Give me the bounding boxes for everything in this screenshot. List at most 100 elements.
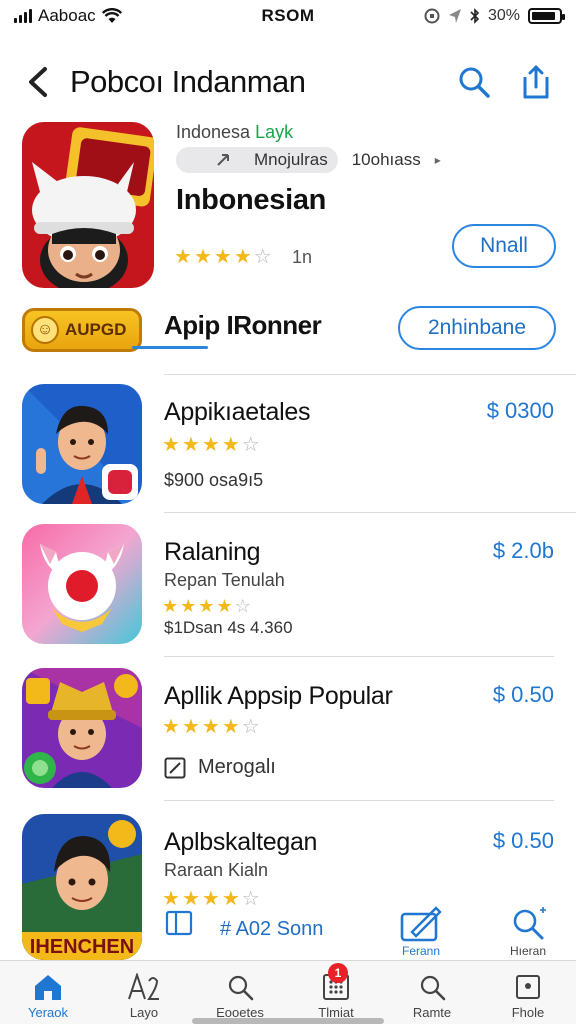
- app-meta-row[interactable]: Merogalı: [164, 756, 276, 779]
- app-icon: IHENCHEN: [22, 814, 142, 960]
- carrier-label: Aaboac: [38, 6, 96, 25]
- bluetooth-icon: [470, 8, 480, 24]
- list-item[interactable]: Apllik Appsip Popular $ 0.50 ★ ★ ★ ★ ☆ Merog…: [22, 668, 556, 796]
- tab-apps[interactable]: Layo: [96, 961, 192, 1024]
- promo-badge-label: AUPGD: [65, 320, 127, 339]
- status-time: RSOM: [261, 6, 315, 25]
- app-developer: Repan Tenulah: [164, 570, 285, 590]
- app-name: Ralaning: [164, 538, 261, 566]
- developer-prefix: Indonesa: [176, 122, 251, 142]
- install-button[interactable]: Nnall: [452, 224, 556, 268]
- search-more-button[interactable]: Hıeran: [510, 906, 546, 958]
- app-name: Apllik Appsip Popular: [164, 682, 393, 710]
- star-filled-icon: ★: [201, 716, 220, 738]
- star-filled-icon: ★: [201, 434, 220, 456]
- search-icon: [459, 67, 490, 98]
- tab-home[interactable]: Yeraok: [0, 961, 96, 1024]
- app-developer: Raraan Kialn: [164, 860, 269, 880]
- star-empty-icon: ☆: [234, 596, 251, 616]
- price-button[interactable]: $ 2.0b: [493, 538, 554, 564]
- divider: [164, 656, 554, 657]
- featured-rating-count: 1n: [292, 247, 313, 267]
- tab-label: Fhole: [511, 1005, 545, 1020]
- signal-icon: [14, 9, 32, 23]
- status-left: Aaboac: [14, 6, 214, 26]
- details-button[interactable]: [164, 908, 194, 938]
- tab-label: Yeraok: [28, 1005, 68, 1020]
- app-meta: $900 osa9ı5: [164, 470, 264, 490]
- star-filled-icon: ★: [233, 246, 252, 268]
- item-actions: # A02 Sonn Ferann Hıeran: [164, 904, 556, 960]
- star-filled-icon: ★: [162, 434, 180, 456]
- price-button[interactable]: $ 0.50: [493, 682, 554, 708]
- arrow-icon: [217, 154, 229, 166]
- star-empty-icon: ☆: [241, 434, 260, 456]
- divider: [164, 512, 576, 513]
- tab-bar: Yeraok Layo Eooetes 1 Tlmiat Ramte Fhole: [0, 960, 576, 1024]
- app-icon: [22, 384, 142, 504]
- search-more-label: Hıeran: [510, 944, 547, 958]
- search-button[interactable]: [452, 60, 496, 104]
- location-icon: [448, 9, 461, 23]
- featured-tag-row: Mnojulras 10ohıass ▸: [176, 147, 441, 173]
- category-extra: 10ohıass: [351, 150, 421, 169]
- price-button[interactable]: $ 0.50: [493, 828, 554, 854]
- rating-stars: ★ ★ ★ ★ ☆: [162, 432, 260, 457]
- rating-stars: ★ ★ ★ ★ ☆: [162, 714, 260, 739]
- book-icon: [165, 910, 193, 936]
- tab-grid[interactable]: 1 Tlmiat: [288, 961, 384, 1024]
- price-button[interactable]: $ 0300: [487, 398, 554, 424]
- category-tag[interactable]: Mnojulras: [176, 147, 338, 173]
- list-item[interactable]: Appikıaetales $ 0300 ★ ★ ★ ★ ☆ $900 osa9ı5: [22, 384, 556, 512]
- featured-app[interactable]: Indonesa Layk Mnojulras 10ohıass ▸ Inbon…: [22, 120, 556, 290]
- star-filled-icon: ★: [162, 596, 179, 616]
- featured-rating-stars: ★ ★ ★ ★ ☆: [174, 244, 272, 269]
- edit-button[interactable]: Ferann: [398, 904, 444, 958]
- share-button[interactable]: [514, 60, 558, 104]
- featured-developer: Indonesa Layk: [176, 122, 293, 143]
- promo-button[interactable]: 2nhinbane: [398, 306, 556, 350]
- status-bar: Aaboac RSOM 30%: [0, 0, 576, 32]
- search-icon: [228, 975, 254, 1001]
- featured-app-icon: [22, 122, 154, 288]
- apps-icon: [128, 973, 159, 1000]
- star-filled-icon: ★: [198, 596, 215, 616]
- star-empty-icon: ☆: [253, 246, 272, 268]
- tab-profile[interactable]: Fhole: [480, 961, 576, 1024]
- tab-discover[interactable]: Ramte: [384, 961, 480, 1024]
- app-name: Aplbskaltegan: [164, 828, 318, 856]
- home-icon: [35, 975, 61, 1000]
- rating-stars: ★ ★ ★ ★ ☆: [162, 596, 251, 617]
- svg-text:IHENCHEN: IHENCHEN: [30, 936, 134, 958]
- app-icon: [22, 524, 142, 644]
- promo-title: Apip IRonner: [164, 310, 322, 340]
- star-filled-icon: ★: [216, 596, 233, 616]
- star-filled-icon: ★: [162, 716, 180, 738]
- pencil-box-icon: [400, 906, 442, 942]
- list-item[interactable]: Ralaning $ 2.0b Repan Tenulah ★ ★ ★ ★ ☆ $1Ds…: [22, 524, 556, 652]
- star-filled-icon: ★: [174, 246, 192, 268]
- promo-badge[interactable]: ☺ AUPGD: [22, 308, 142, 352]
- back-button[interactable]: [18, 62, 58, 102]
- featured-app-name: Inbonesian: [176, 184, 327, 216]
- share-icon: [523, 65, 549, 99]
- battery-icon: [528, 8, 565, 24]
- add-button[interactable]: # A02 Sonn: [220, 918, 323, 941]
- star-filled-icon: ★: [180, 596, 197, 616]
- tab-search[interactable]: Eooetes: [192, 961, 288, 1024]
- search-icon: [420, 975, 446, 1001]
- chevron-left-icon: [29, 67, 47, 97]
- battery-percent: 30%: [487, 7, 520, 24]
- promo-row: ☺ AUPGD Apip IRonner 2nhinbane: [22, 300, 556, 360]
- edit-icon: [164, 757, 186, 778]
- star-empty-icon: ☆: [241, 716, 260, 738]
- app-icon: [22, 668, 142, 788]
- profile-icon: [516, 975, 540, 999]
- page-title: Pobcoı Indanman: [70, 64, 306, 99]
- star-filled-icon: ★: [181, 716, 200, 738]
- lock-rotation-icon: [424, 8, 440, 24]
- status-right: 30%: [362, 7, 565, 25]
- search-icon: [513, 907, 547, 940]
- promo-underline: [132, 346, 208, 349]
- category-tag-label: Mnojulras: [254, 150, 328, 169]
